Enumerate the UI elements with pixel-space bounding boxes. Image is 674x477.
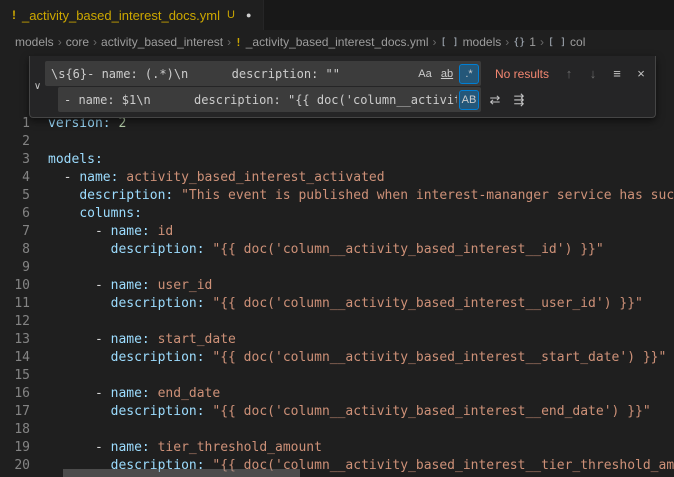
line-number: 20 — [0, 457, 30, 475]
tab-title: _activity_based_interest_docs.yml — [22, 8, 220, 23]
code-lines[interactable]: version: 2models: - name: activity_based… — [48, 115, 674, 475]
array-icon: [ ] — [441, 37, 459, 48]
line-number: 19 — [0, 439, 30, 457]
find-in-selection-button[interactable]: ≡ — [607, 63, 627, 84]
git-status-badge: U — [227, 9, 235, 21]
code-line[interactable]: description: "{{ doc('column__activity_b… — [48, 349, 674, 367]
find-row: \s{6}- name: (.*)\n description: "" Aa a… — [45, 61, 651, 86]
breadcrumb-separator: › — [227, 35, 231, 49]
line-number: 3 — [0, 151, 30, 169]
code-line[interactable]: - name: id — [48, 223, 674, 241]
line-number: 11 — [0, 295, 30, 313]
line-number: 2 — [0, 133, 30, 151]
code-line[interactable]: columns: — [48, 205, 674, 223]
line-number: 15 — [0, 367, 30, 385]
line-number: 10 — [0, 277, 30, 295]
breadcrumb-item[interactable]: activity_based_interest — [101, 35, 223, 49]
line-number: 5 — [0, 187, 30, 205]
breadcrumb-separator: › — [58, 35, 62, 49]
replace-text: - name: $1\n description: "{{ doc('colum… — [64, 93, 457, 107]
replace-all-button[interactable]: ⇶ — [509, 89, 529, 110]
find-input[interactable]: \s{6}- name: (.*)\n description: "" Aa a… — [45, 61, 481, 86]
line-number: 4 — [0, 169, 30, 187]
find-widget-rows: \s{6}- name: (.*)\n description: "" Aa a… — [45, 56, 655, 117]
find-replace-widget: ∨ \s{6}- name: (.*)\n description: "" Aa… — [29, 56, 656, 118]
line-number: 14 — [0, 349, 30, 367]
breadcrumb-item[interactable]: {} 1 — [513, 35, 536, 49]
code-line[interactable]: description: "{{ doc('column__activity_b… — [48, 241, 674, 259]
breadcrumb-item[interactable]: ! _activity_based_interest_docs.yml — [235, 35, 428, 49]
breadcrumb-separator: › — [433, 35, 437, 49]
line-number: 17 — [0, 403, 30, 421]
replace-input[interactable]: - name: $1\n description: "{{ doc('colum… — [58, 87, 481, 112]
find-nav-icons: ↑ ↓ ≡ × — [555, 63, 651, 84]
breadcrumb-label: _activity_based_interest_docs.yml — [246, 35, 429, 49]
line-number: 13 — [0, 331, 30, 349]
line-number: 9 — [0, 259, 30, 277]
breadcrumb-separator: › — [505, 35, 509, 49]
line-number: 16 — [0, 385, 30, 403]
editor-tab[interactable]: ! _activity_based_interest_docs.yml U ● — [0, 0, 264, 30]
chevron-down-icon: ∨ — [34, 81, 41, 92]
line-number: 18 — [0, 421, 30, 439]
object-icon: {} — [513, 37, 525, 48]
code-line[interactable]: description: "{{ doc('column__activity_b… — [48, 403, 674, 421]
unsaved-changes-dot-icon[interactable]: ● — [246, 10, 251, 20]
line-number: 7 — [0, 223, 30, 241]
warning-icon: ! — [235, 36, 242, 49]
breadcrumb-label: activity_based_interest — [101, 35, 223, 49]
line-number: 12 — [0, 313, 30, 331]
tab-bar: ! _activity_based_interest_docs.yml U ● — [0, 0, 674, 30]
horizontal-scrollbar[interactable] — [63, 469, 300, 477]
breadcrumb-label: models — [463, 35, 502, 49]
code-line[interactable]: description: "{{ doc('column__activity_b… — [48, 295, 674, 313]
toggle-replace-chevron-icon[interactable]: ∨ — [30, 56, 45, 117]
line-number: 6 — [0, 205, 30, 223]
vscode-window: ! _activity_based_interest_docs.yml U ● … — [0, 0, 674, 477]
code-line[interactable]: - name: tier_threshold_amount — [48, 439, 674, 457]
breadcrumb-label: core — [66, 35, 89, 49]
code-line[interactable] — [48, 313, 674, 331]
code-line[interactable] — [48, 367, 674, 385]
breadcrumb-separator: › — [540, 35, 544, 49]
find-status: No results — [495, 67, 549, 81]
preserve-case-toggle[interactable]: AB — [459, 90, 479, 110]
breadcrumb-item[interactable]: [ ] models — [441, 35, 502, 49]
code-line[interactable]: description: "This event is published wh… — [48, 187, 674, 205]
previous-match-button[interactable]: ↑ — [559, 63, 579, 84]
code-line[interactable] — [48, 133, 674, 151]
breadcrumb-item[interactable]: [ ] col — [548, 35, 585, 49]
breadcrumb-label: models — [15, 35, 54, 49]
code-line[interactable] — [48, 421, 674, 439]
replace-button[interactable]: ⇄ — [485, 89, 505, 110]
close-button[interactable]: × — [631, 63, 651, 84]
breadcrumb-label: col — [570, 35, 585, 49]
breadcrumb: models›core›activity_based_interest›!_ac… — [0, 30, 674, 54]
code-line[interactable]: models: — [48, 151, 674, 169]
find-query-text: \s{6}- name: (.*)\n description: "" — [51, 67, 413, 81]
next-match-button[interactable]: ↓ — [583, 63, 603, 84]
breadcrumb-label: 1 — [529, 35, 536, 49]
code-line[interactable] — [48, 259, 674, 277]
code-line[interactable]: - name: user_id — [48, 277, 674, 295]
code-line[interactable]: - name: activity_based_interest_activate… — [48, 169, 674, 187]
breadcrumb-item[interactable]: models — [15, 35, 54, 49]
line-number: 1 — [0, 115, 30, 133]
whole-word-toggle[interactable]: ab — [437, 64, 457, 84]
warning-icon: ! — [12, 8, 16, 22]
regex-toggle[interactable]: .* — [459, 64, 479, 84]
code-line[interactable]: - name: start_date — [48, 331, 674, 349]
replace-row: - name: $1\n description: "{{ doc('colum… — [45, 87, 651, 112]
line-numbers: 1234567891011121314151617181920 — [0, 115, 30, 475]
breadcrumb-separator: › — [93, 35, 97, 49]
match-case-toggle[interactable]: Aa — [415, 64, 435, 84]
line-number: 8 — [0, 241, 30, 259]
breadcrumb-item[interactable]: core — [66, 35, 89, 49]
array-icon: [ ] — [548, 37, 566, 48]
code-line[interactable]: - name: end_date — [48, 385, 674, 403]
